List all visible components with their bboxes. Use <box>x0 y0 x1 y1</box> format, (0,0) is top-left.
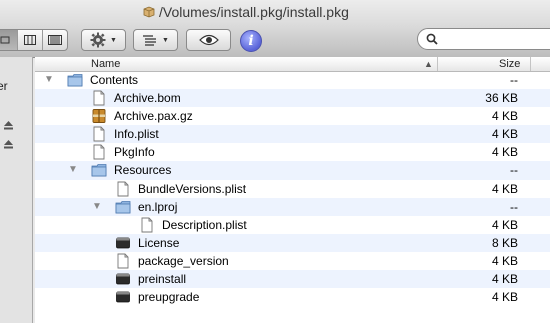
disclosure-triangle-icon[interactable]: ▼ <box>92 201 102 212</box>
column-divider[interactable] <box>437 57 438 71</box>
file-size: 4 KB <box>491 290 518 305</box>
folder-icon <box>67 74 83 87</box>
window-title: /Volumes/install.pkg/install.pkg <box>143 3 349 21</box>
icon-view-icon <box>0 36 10 44</box>
file-size: 4 KB <box>491 127 518 142</box>
executable-icon <box>116 273 130 285</box>
file-size: -- <box>510 199 518 214</box>
document-icon <box>93 90 105 106</box>
executable-icon <box>116 291 130 303</box>
file-row[interactable]: Description.plist 4 KB <box>35 216 550 234</box>
document-icon <box>117 253 129 269</box>
toolbar: ▼ ▼ i <box>0 24 550 58</box>
search-icon <box>426 33 438 45</box>
arrange-menu-button[interactable]: ▼ <box>133 29 178 51</box>
eye-icon <box>198 34 219 46</box>
eject-icon[interactable] <box>3 139 14 150</box>
file-name: Info.plist <box>114 127 159 142</box>
file-size: 4 KB <box>491 181 518 196</box>
view-icon-button[interactable] <box>0 30 17 50</box>
executable-icon <box>116 237 130 249</box>
file-size: 4 KB <box>491 145 518 160</box>
file-name: preupgrade <box>138 290 200 305</box>
file-row[interactable]: preupgrade 4 KB <box>35 288 550 306</box>
file-size: -- <box>510 73 518 87</box>
sidebar-item-label[interactable]: er <box>0 79 8 93</box>
title-bar: /Volumes/install.pkg/install.pkg <box>0 0 550 24</box>
file-row[interactable]: preinstall 4 KB <box>35 270 550 289</box>
document-icon <box>141 217 153 233</box>
info-icon: i <box>248 33 254 49</box>
file-row[interactable]: PkgInfo 4 KB <box>35 143 550 161</box>
package-icon <box>143 6 155 18</box>
gear-icon <box>90 32 106 48</box>
file-size: 4 KB <box>491 217 518 232</box>
folder-icon <box>115 200 131 214</box>
file-row[interactable]: ▼ Resources -- <box>35 161 550 180</box>
file-name: Contents <box>90 73 139 87</box>
chevron-down-icon: ▼ <box>110 36 117 44</box>
file-name: Description.plist <box>162 217 247 232</box>
column-divider[interactable] <box>530 57 531 71</box>
disclosure-triangle-icon[interactable]: ▼ <box>44 74 54 85</box>
file-name: PkgInfo <box>114 145 155 160</box>
file-size: 4 KB <box>491 109 518 124</box>
file-row[interactable]: ▼ Contents -- <box>35 71 550 89</box>
view-column-button[interactable] <box>42 30 67 50</box>
file-name: Resources <box>114 163 172 178</box>
arrange-icon <box>143 35 157 46</box>
action-menu-button[interactable]: ▼ <box>81 29 126 51</box>
view-list-button[interactable] <box>17 30 42 50</box>
file-list: Name ▲ Size ▼ Contents -- Archive.bom 36 KB A… <box>35 57 550 323</box>
file-row[interactable]: BundleVersions.plist 4 KB <box>35 180 550 198</box>
chevron-down-icon: ▼ <box>162 36 169 44</box>
list-view-icon <box>24 35 36 45</box>
document-icon <box>93 126 105 142</box>
file-name: License <box>138 235 180 250</box>
column-view-icon <box>48 35 62 45</box>
file-size: -- <box>510 163 518 178</box>
document-icon <box>117 181 129 197</box>
sort-ascending-icon: ▲ <box>424 59 433 69</box>
view-mode-control <box>0 29 68 51</box>
file-name: Archive.pax.gz <box>114 109 193 124</box>
file-row[interactable]: Info.plist 4 KB <box>35 125 550 144</box>
search-field[interactable] <box>417 28 550 50</box>
file-size: 36 KB <box>485 91 518 106</box>
archive-icon <box>92 109 106 124</box>
file-row[interactable]: License 8 KB <box>35 233 550 252</box>
file-name: en.lproj <box>138 199 178 214</box>
file-row[interactable]: ▼ en.lproj -- <box>35 197 550 216</box>
sidebar: er <box>0 57 33 323</box>
file-row[interactable]: Archive.pax.gz 4 KB <box>35 107 550 125</box>
document-icon <box>93 144 105 160</box>
get-info-button[interactable]: i <box>240 30 262 52</box>
file-name: preinstall <box>138 272 187 287</box>
disclosure-triangle-icon[interactable]: ▼ <box>68 164 78 175</box>
file-row[interactable]: Archive.bom 36 KB <box>35 89 550 108</box>
file-size: 8 KB <box>491 235 518 250</box>
column-header-size[interactable]: Size <box>499 57 520 71</box>
eject-icon[interactable] <box>3 120 14 131</box>
file-size: 4 KB <box>491 272 518 287</box>
list-header: Name ▲ Size <box>35 57 550 72</box>
quick-look-button[interactable] <box>186 29 231 51</box>
file-row[interactable]: package_version 4 KB <box>35 252 550 270</box>
file-name: BundleVersions.plist <box>138 181 247 196</box>
window-title-text: /Volumes/install.pkg/install.pkg <box>159 4 349 20</box>
file-name: package_version <box>138 253 229 268</box>
file-size: 4 KB <box>491 253 518 268</box>
file-name: Archive.bom <box>114 91 181 106</box>
folder-icon <box>91 164 107 177</box>
column-header-name[interactable]: Name <box>91 57 120 71</box>
file-rows: ▼ Contents -- Archive.bom 36 KB Archive.pax.g… <box>35 71 550 306</box>
